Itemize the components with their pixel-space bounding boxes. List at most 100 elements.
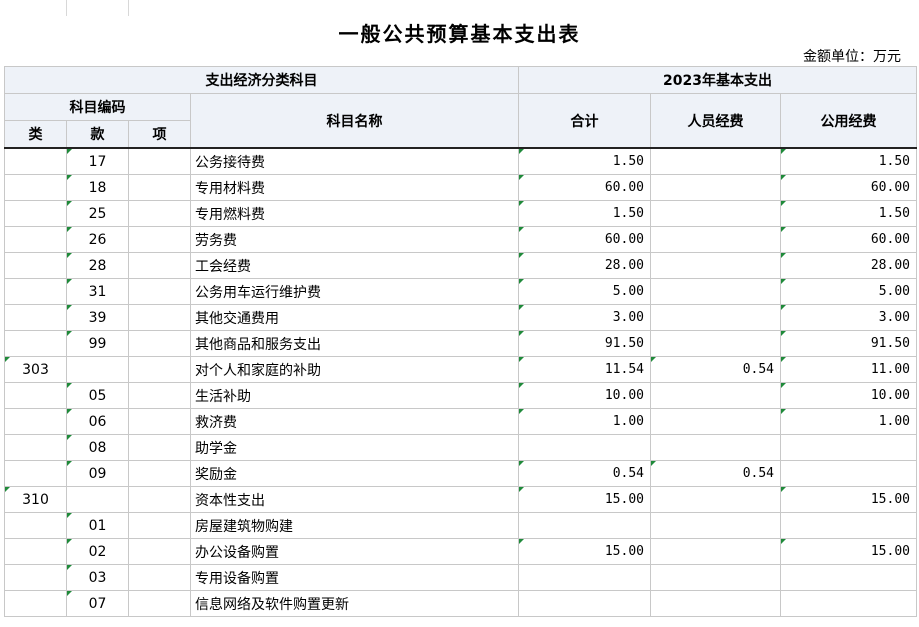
- cell-subject-name[interactable]: 对个人和家庭的补助: [190, 356, 519, 383]
- cell-personnel[interactable]: [650, 538, 781, 565]
- cell-total[interactable]: [518, 512, 651, 539]
- cell-public[interactable]: 10.00: [780, 382, 917, 409]
- cell-total[interactable]: [518, 564, 651, 591]
- cell-kuan[interactable]: 03: [66, 564, 129, 591]
- cell-personnel[interactable]: [650, 304, 781, 331]
- cell-total[interactable]: 15.00: [518, 538, 651, 565]
- cell-subject-name[interactable]: 专用燃料费: [190, 200, 519, 227]
- cell-public[interactable]: [780, 590, 917, 617]
- cell-personnel[interactable]: [650, 434, 781, 461]
- cell-lei[interactable]: [4, 564, 67, 591]
- cell-public[interactable]: 11.00: [780, 356, 917, 383]
- cell-lei[interactable]: [4, 174, 67, 201]
- cell-total[interactable]: 11.54: [518, 356, 651, 383]
- cell-personnel[interactable]: [650, 147, 781, 175]
- cell-personnel[interactable]: [650, 564, 781, 591]
- cell-total[interactable]: 15.00: [518, 486, 651, 513]
- cell-kuan[interactable]: 99: [66, 330, 129, 357]
- cell-lei[interactable]: [4, 512, 67, 539]
- cell-lei[interactable]: [4, 590, 67, 617]
- cell-kuan[interactable]: 28: [66, 252, 129, 279]
- cell-kuan[interactable]: 17: [66, 147, 129, 175]
- cell-total[interactable]: 1.50: [518, 200, 651, 227]
- cell-lei[interactable]: [4, 330, 67, 357]
- cell-personnel[interactable]: [650, 226, 781, 253]
- cell-kuan[interactable]: 09: [66, 460, 129, 487]
- cell-total[interactable]: 91.50: [518, 330, 651, 357]
- cell-lei[interactable]: [4, 226, 67, 253]
- cell-xiang[interactable]: [128, 538, 191, 565]
- cell-lei[interactable]: [4, 304, 67, 331]
- cell-public[interactable]: 15.00: [780, 486, 917, 513]
- cell-xiang[interactable]: [128, 408, 191, 435]
- cell-personnel[interactable]: [650, 512, 781, 539]
- cell-personnel[interactable]: [650, 486, 781, 513]
- cell-kuan[interactable]: 31: [66, 278, 129, 305]
- cell-lei[interactable]: 310: [4, 486, 67, 513]
- cell-subject-name[interactable]: 公务接待费: [190, 147, 519, 175]
- cell-personnel[interactable]: [650, 330, 781, 357]
- cell-kuan[interactable]: [66, 486, 129, 513]
- cell-xiang[interactable]: [128, 330, 191, 357]
- cell-total[interactable]: 28.00: [518, 252, 651, 279]
- cell-public[interactable]: [780, 460, 917, 487]
- cell-subject-name[interactable]: 奖励金: [190, 460, 519, 487]
- cell-public[interactable]: 1.00: [780, 408, 917, 435]
- cell-public[interactable]: [780, 512, 917, 539]
- cell-total[interactable]: 5.00: [518, 278, 651, 305]
- cell-total[interactable]: [518, 590, 651, 617]
- cell-subject-name[interactable]: 助学金: [190, 434, 519, 461]
- cell-total[interactable]: 1.00: [518, 408, 651, 435]
- cell-lei[interactable]: [4, 382, 67, 409]
- cell-public[interactable]: 15.00: [780, 538, 917, 565]
- cell-xiang[interactable]: [128, 434, 191, 461]
- cell-lei[interactable]: [4, 252, 67, 279]
- cell-kuan[interactable]: 07: [66, 590, 129, 617]
- cell-xiang[interactable]: [128, 486, 191, 513]
- cell-personnel[interactable]: [650, 174, 781, 201]
- cell-lei[interactable]: [4, 460, 67, 487]
- cell-public[interactable]: 5.00: [780, 278, 917, 305]
- cell-lei[interactable]: [4, 538, 67, 565]
- cell-xiang[interactable]: [128, 252, 191, 279]
- cell-xiang[interactable]: [128, 174, 191, 201]
- cell-total[interactable]: 60.00: [518, 226, 651, 253]
- cell-kuan[interactable]: 08: [66, 434, 129, 461]
- cell-public[interactable]: 1.50: [780, 200, 917, 227]
- cell-lei[interactable]: [4, 147, 67, 175]
- cell-kuan[interactable]: 05: [66, 382, 129, 409]
- cell-xiang[interactable]: [128, 200, 191, 227]
- cell-subject-name[interactable]: 劳务费: [190, 226, 519, 253]
- cell-subject-name[interactable]: 专用材料费: [190, 174, 519, 201]
- cell-xiang[interactable]: [128, 512, 191, 539]
- cell-kuan[interactable]: 06: [66, 408, 129, 435]
- cell-subject-name[interactable]: 救济费: [190, 408, 519, 435]
- cell-subject-name[interactable]: 其他交通费用: [190, 304, 519, 331]
- cell-public[interactable]: [780, 434, 917, 461]
- cell-kuan[interactable]: 18: [66, 174, 129, 201]
- cell-lei[interactable]: [4, 434, 67, 461]
- cell-personnel[interactable]: [650, 278, 781, 305]
- cell-lei[interactable]: [4, 408, 67, 435]
- cell-xiang[interactable]: [128, 382, 191, 409]
- cell-personnel[interactable]: 0.54: [650, 356, 781, 383]
- cell-xiang[interactable]: [128, 460, 191, 487]
- cell-public[interactable]: 91.50: [780, 330, 917, 357]
- cell-lei[interactable]: [4, 278, 67, 305]
- cell-personnel[interactable]: [650, 200, 781, 227]
- cell-total[interactable]: 60.00: [518, 174, 651, 201]
- cell-subject-name[interactable]: 办公设备购置: [190, 538, 519, 565]
- cell-personnel[interactable]: [650, 382, 781, 409]
- cell-kuan[interactable]: [66, 356, 129, 383]
- cell-total[interactable]: 10.00: [518, 382, 651, 409]
- cell-subject-name[interactable]: 公务用车运行维护费: [190, 278, 519, 305]
- cell-personnel[interactable]: [650, 252, 781, 279]
- cell-kuan[interactable]: 26: [66, 226, 129, 253]
- cell-lei[interactable]: 303: [4, 356, 67, 383]
- cell-subject-name[interactable]: 信息网络及软件购置更新: [190, 590, 519, 617]
- cell-subject-name[interactable]: 其他商品和服务支出: [190, 330, 519, 357]
- cell-lei[interactable]: [4, 200, 67, 227]
- cell-public[interactable]: 3.00: [780, 304, 917, 331]
- cell-subject-name[interactable]: 资本性支出: [190, 486, 519, 513]
- cell-public[interactable]: 60.00: [780, 174, 917, 201]
